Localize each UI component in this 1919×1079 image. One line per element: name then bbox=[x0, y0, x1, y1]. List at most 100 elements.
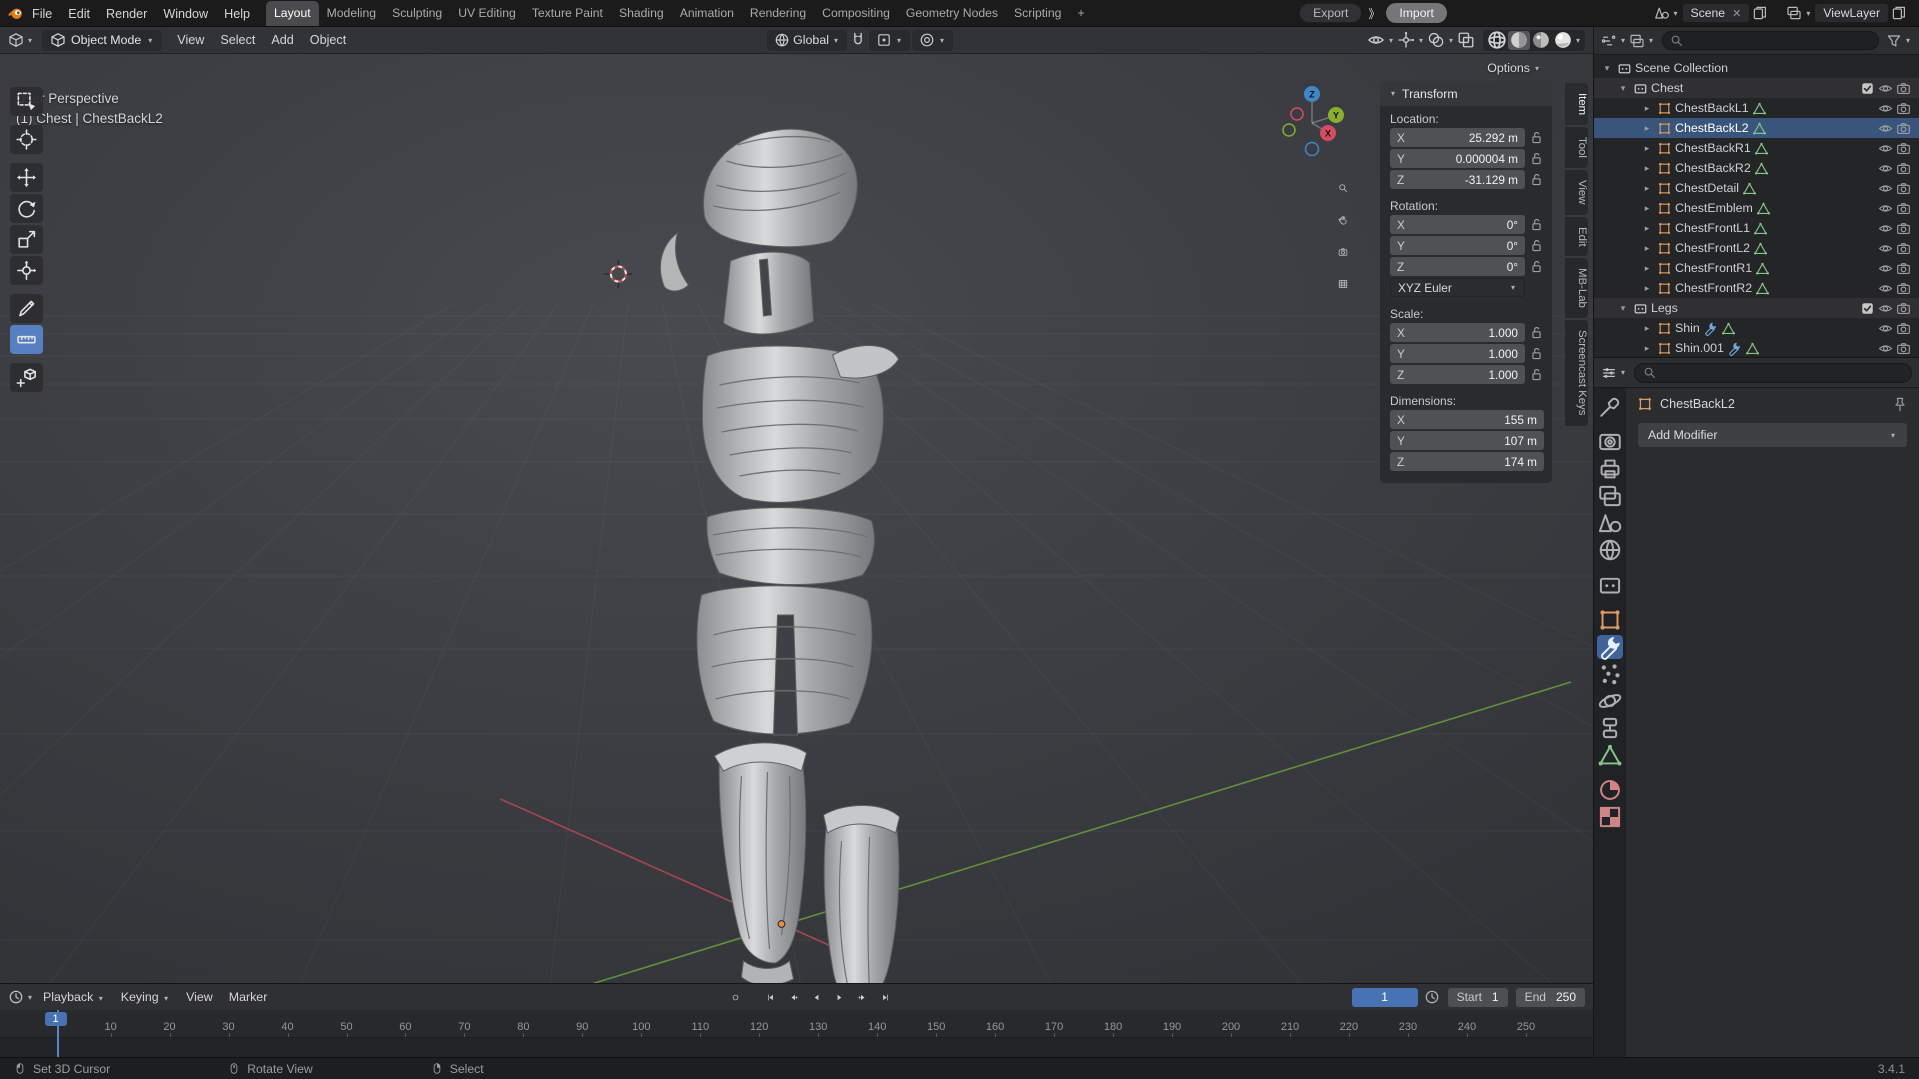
rotation-y-field[interactable]: Y 0° bbox=[1390, 236, 1525, 255]
collection-checkbox-icon[interactable] bbox=[1860, 81, 1875, 96]
properties-tab-constraints[interactable] bbox=[1597, 716, 1623, 740]
outliner-search-input[interactable] bbox=[1662, 31, 1879, 50]
sidebar-tab-edit[interactable]: Edit bbox=[1565, 216, 1588, 257]
sidebar-tab-mb-lab[interactable]: MB-Lab bbox=[1565, 258, 1588, 319]
3d-viewport[interactable]: ▾ Object Mode ▾ View Select Add Object Global ▾ ▾… bbox=[0, 27, 1593, 983]
navigation-gizmo[interactable]: Z Y X bbox=[1272, 83, 1352, 166]
timeline-menu-keying[interactable]: Keying ▾ bbox=[114, 990, 177, 1004]
viewport-menu-object[interactable]: Object bbox=[303, 33, 353, 47]
outliner-row-shin-001[interactable]: ▸ Shin.001 bbox=[1594, 338, 1919, 357]
workspace-tab-scripting[interactable]: Scripting bbox=[1006, 1, 1069, 26]
lock-icon[interactable] bbox=[1529, 130, 1544, 145]
hide-in-viewport-icon[interactable] bbox=[1878, 181, 1893, 196]
view-layer-name-field[interactable]: ViewLayer bbox=[1814, 3, 1890, 23]
playback-sync-icon[interactable] bbox=[1424, 989, 1440, 1005]
gizmo-y-neg-axis[interactable] bbox=[1282, 123, 1296, 137]
play-button[interactable] bbox=[829, 987, 850, 1007]
frame-ruler[interactable]: 10 20 30 40 50 60 70 80 90 100 110 120 130 140 150 160 1… bbox=[0, 1010, 1593, 1038]
outliner-row-chest[interactable]: ▾ Chest bbox=[1594, 78, 1919, 98]
disable-in-renders-icon[interactable] bbox=[1896, 201, 1911, 216]
lock-icon[interactable] bbox=[1529, 259, 1544, 274]
rotate-tool[interactable] bbox=[10, 194, 43, 223]
move-tool[interactable] bbox=[10, 163, 43, 192]
rotation-z-field[interactable]: Z 0° bbox=[1390, 257, 1525, 276]
menu-window[interactable]: Window bbox=[155, 7, 216, 21]
hide-in-viewport-icon[interactable] bbox=[1878, 161, 1893, 176]
add-workspace-button[interactable]: + bbox=[1069, 1, 1092, 26]
pan-button[interactable] bbox=[1332, 209, 1354, 231]
location-x-field[interactable]: X 25.292 m bbox=[1390, 128, 1525, 147]
workspace-tab-rendering[interactable]: Rendering bbox=[742, 1, 814, 26]
outliner-row-chestdetail[interactable]: ▸ ChestDetail bbox=[1594, 178, 1919, 198]
lock-icon[interactable] bbox=[1529, 217, 1544, 232]
show-object-types[interactable] bbox=[1367, 30, 1385, 50]
properties-tab-output[interactable] bbox=[1597, 457, 1623, 481]
viewport-menu-view[interactable]: View bbox=[170, 33, 211, 47]
workspace-tab-shading[interactable]: Shading bbox=[611, 1, 672, 26]
lock-icon[interactable] bbox=[1529, 346, 1544, 361]
hide-in-viewport-icon[interactable] bbox=[1878, 221, 1893, 236]
shading-solid-button[interactable] bbox=[1508, 30, 1530, 50]
disable-in-renders-icon[interactable] bbox=[1896, 81, 1911, 96]
hide-in-viewport-icon[interactable] bbox=[1878, 81, 1893, 96]
menu-file[interactable]: File bbox=[24, 7, 60, 21]
menu-render[interactable]: Render bbox=[98, 7, 155, 21]
jump-to-next-keyframe-button[interactable] bbox=[852, 987, 873, 1007]
outliner-row-chestbackl2[interactable]: ▸ ChestBackL2 bbox=[1594, 118, 1919, 138]
timeline-menu-playback[interactable]: Playback ▾ bbox=[36, 990, 112, 1004]
disable-in-renders-icon[interactable] bbox=[1896, 221, 1911, 236]
measure-tool[interactable] bbox=[10, 325, 43, 354]
dimensions-z-field[interactable]: Z 174 m bbox=[1390, 452, 1544, 471]
jump-to-end-button[interactable] bbox=[875, 987, 896, 1007]
outliner-row-chestfrontr2[interactable]: ▸ ChestFrontR2 bbox=[1594, 278, 1919, 298]
properties-tab-render[interactable] bbox=[1597, 430, 1623, 454]
transform-tool[interactable] bbox=[10, 256, 43, 285]
sidebar-tab-tool[interactable]: Tool bbox=[1565, 127, 1588, 169]
menu-edit[interactable]: Edit bbox=[60, 7, 98, 21]
hide-in-viewport-icon[interactable] bbox=[1878, 241, 1893, 256]
disable-in-renders-icon[interactable] bbox=[1896, 241, 1911, 256]
gizmo-z-neg-axis[interactable] bbox=[1304, 141, 1320, 157]
workspace-tab-sculpting[interactable]: Sculpting bbox=[384, 1, 450, 26]
outliner-row-chestbackr1[interactable]: ▸ ChestBackR1 bbox=[1594, 138, 1919, 158]
shading-material-button[interactable] bbox=[1530, 31, 1552, 50]
outliner-row-shin[interactable]: ▸ Shin bbox=[1594, 318, 1919, 338]
import-button[interactable]: Import bbox=[1386, 3, 1447, 23]
playhead[interactable]: 1 bbox=[44, 1010, 67, 1057]
pin-icon[interactable] bbox=[1892, 396, 1908, 412]
disable-in-renders-icon[interactable] bbox=[1896, 121, 1911, 136]
hide-in-viewport-icon[interactable] bbox=[1878, 261, 1893, 276]
auto-keying-toggle[interactable] bbox=[725, 987, 746, 1007]
hide-in-viewport-icon[interactable] bbox=[1878, 301, 1893, 316]
disable-in-renders-icon[interactable] bbox=[1896, 161, 1911, 176]
hide-in-viewport-icon[interactable] bbox=[1878, 321, 1893, 336]
current-frame-chip[interactable]: 1 bbox=[44, 1012, 67, 1026]
properties-tab-object[interactable] bbox=[1597, 608, 1623, 632]
viewport-canvas[interactable] bbox=[0, 54, 1593, 983]
filter-icon[interactable] bbox=[1886, 33, 1902, 49]
orthographic-toggle-button[interactable] bbox=[1332, 273, 1354, 295]
disable-in-renders-icon[interactable] bbox=[1896, 141, 1911, 156]
editor-type-properties-icon[interactable] bbox=[1601, 365, 1617, 381]
properties-tab-view-layer[interactable] bbox=[1597, 484, 1623, 508]
rotation-mode-dropdown[interactable]: XYZ Euler ▾ bbox=[1390, 278, 1525, 297]
outliner-display-mode-icon[interactable] bbox=[1629, 33, 1645, 49]
add-cube-tool[interactable] bbox=[10, 363, 43, 392]
lock-icon[interactable] bbox=[1529, 238, 1544, 253]
jump-to-prev-keyframe-button[interactable] bbox=[783, 987, 804, 1007]
workspace-tab-animation[interactable]: Animation bbox=[672, 1, 742, 26]
rotation-x-field[interactable]: X 0° bbox=[1390, 215, 1525, 234]
hide-in-viewport-icon[interactable] bbox=[1878, 281, 1893, 296]
transform-panel-header[interactable]: ▾ Transform bbox=[1380, 81, 1552, 106]
scene-name-field[interactable]: Scene ✕ bbox=[1681, 3, 1751, 23]
toggle-xray[interactable] bbox=[1457, 30, 1475, 50]
new-view-layer-button-icon[interactable] bbox=[1891, 5, 1907, 21]
disable-in-renders-icon[interactable] bbox=[1896, 341, 1911, 356]
location-z-field[interactable]: Z -31.129 m bbox=[1390, 170, 1525, 189]
add-modifier-button[interactable]: Add Modifier ▾ bbox=[1637, 422, 1908, 448]
mode-dropdown[interactable]: Object Mode ▾ bbox=[42, 29, 163, 51]
show-gizmos-toggle[interactable] bbox=[1397, 30, 1415, 50]
gizmo-x-neg-axis[interactable] bbox=[1290, 107, 1304, 121]
properties-tab-texture[interactable] bbox=[1597, 805, 1623, 829]
disable-in-renders-icon[interactable] bbox=[1896, 101, 1911, 116]
